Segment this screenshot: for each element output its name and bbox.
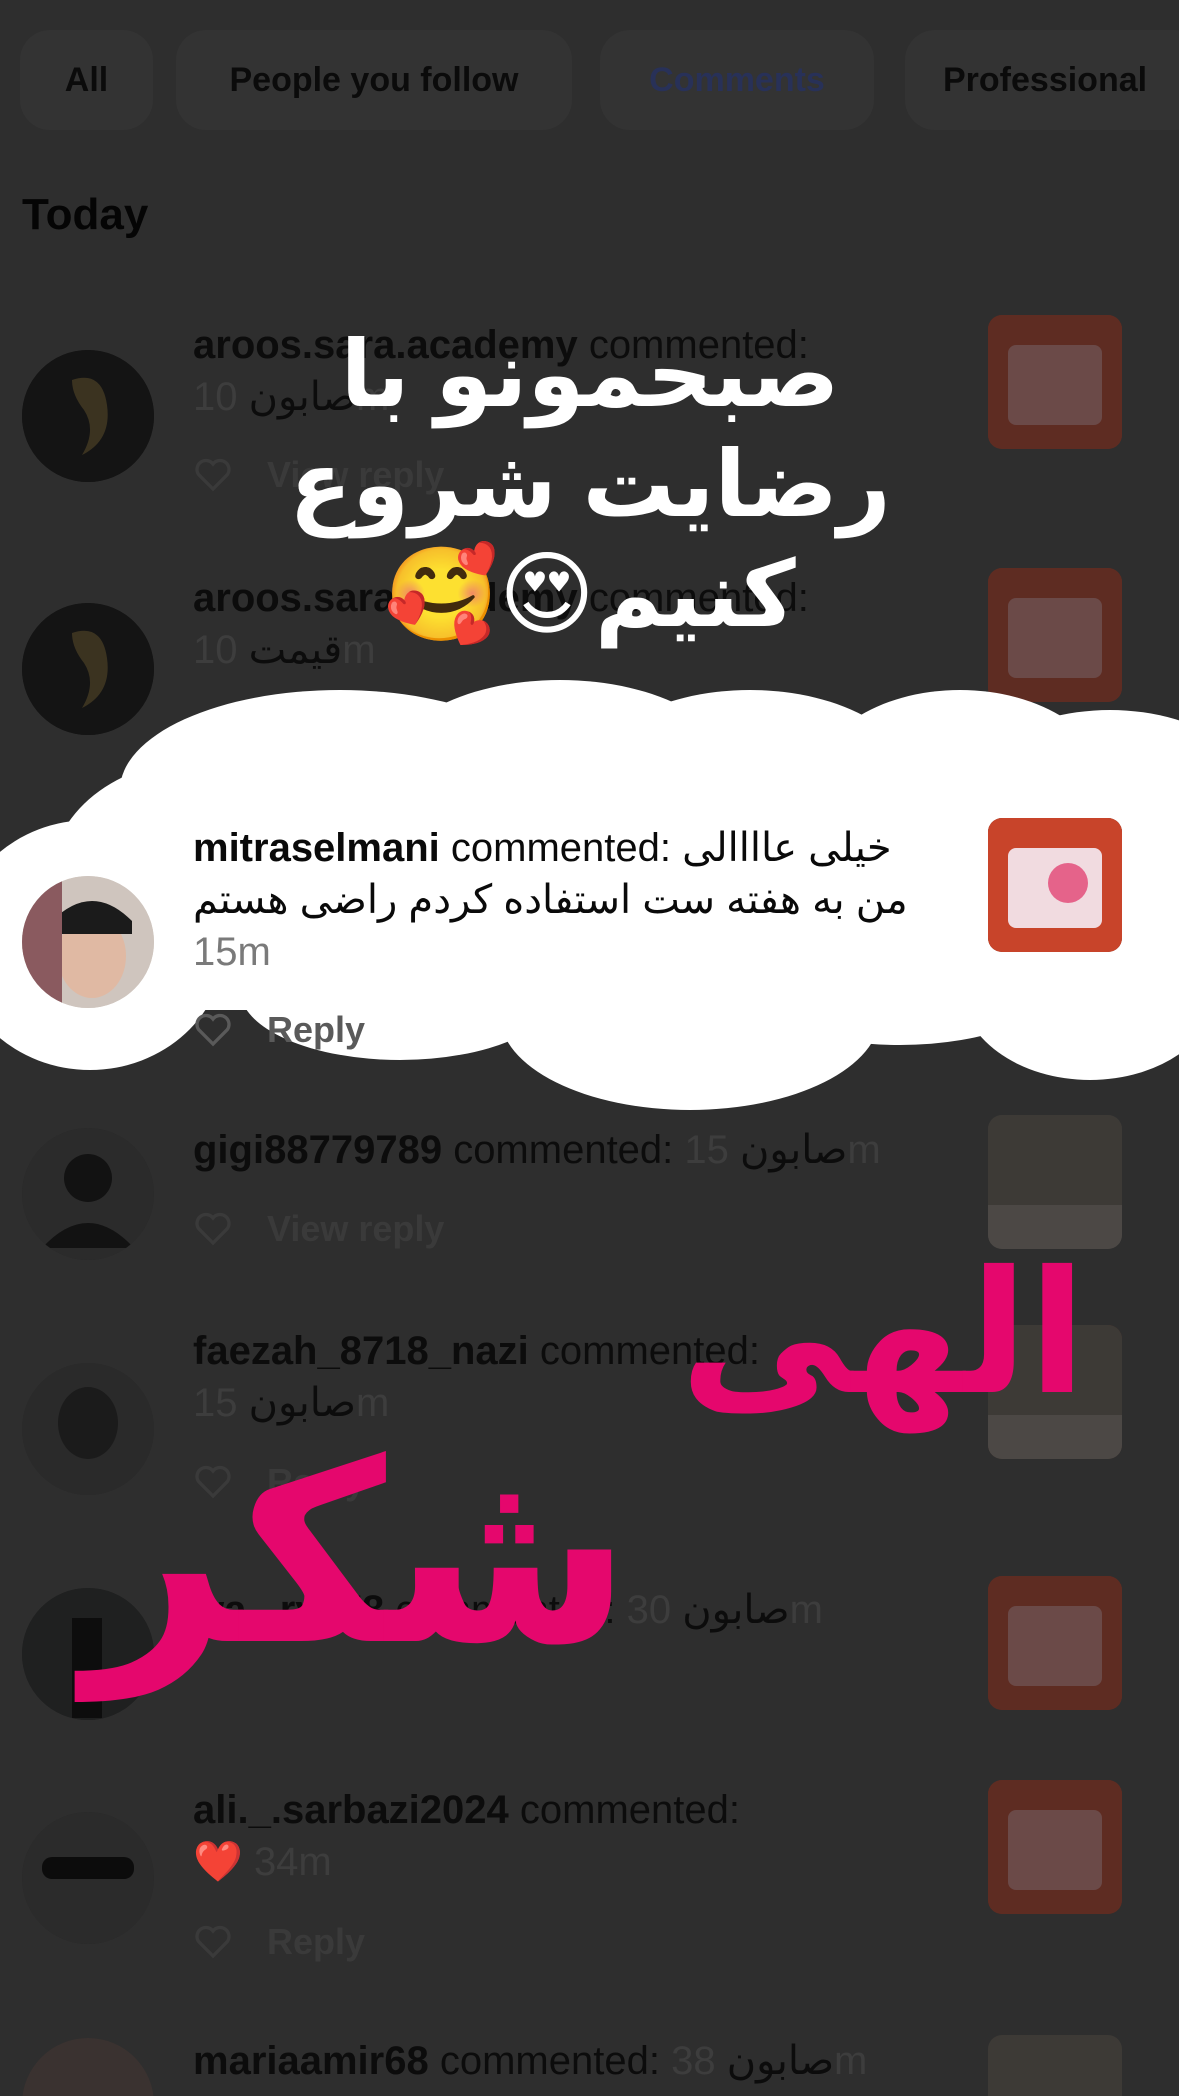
- notification-text: mitraselmani commented: خیلی عاااالی من …: [193, 822, 953, 978]
- action-text: commented:: [450, 826, 672, 870]
- post-thumbnail[interactable]: [988, 818, 1122, 952]
- avatar-placeholder[interactable]: [22, 1128, 154, 1260]
- avatar[interactable]: [22, 2038, 154, 2096]
- timestamp: 15m: [193, 930, 271, 974]
- post-thumbnail[interactable]: [988, 1576, 1122, 1710]
- heart-icon[interactable]: [193, 1208, 233, 1248]
- tab-comments[interactable]: Comments: [600, 30, 874, 130]
- timestamp: 34m: [253, 1840, 332, 1884]
- sticker-text-top: صبحمونو با رضایت شروع کنیم😍🥰: [289, 324, 891, 646]
- action-text: commented:: [519, 1788, 741, 1832]
- section-title-today: Today: [22, 190, 149, 239]
- username: ali._.sarbazi2024: [193, 1788, 509, 1832]
- avatar[interactable]: [22, 603, 154, 735]
- username: mitraselmani: [193, 826, 440, 870]
- username: faezah_8718_nazi: [193, 1329, 529, 1373]
- notification-text: gigi88779789 commented: صابون 15m: [193, 1124, 973, 1176]
- post-thumbnail[interactable]: [988, 568, 1122, 702]
- heart-icon[interactable]: [193, 707, 233, 747]
- heart-icon[interactable]: [193, 1921, 233, 1961]
- heart-icon[interactable]: [193, 1009, 233, 1049]
- filter-tabs: All People you follow Comments Professio…: [0, 30, 1179, 130]
- notification-text: ali._.sarbazi2024 commented: ❤️ 34m: [193, 1784, 953, 1888]
- notification-text: mariaamir68 commented: صابون 38m: [193, 2035, 973, 2087]
- post-thumbnail[interactable]: [988, 1780, 1122, 1914]
- action-text: commented:: [453, 1128, 674, 1172]
- sticker-text-pink-2: شکر: [85, 1415, 632, 1694]
- comment-text: صابون: [682, 1588, 790, 1632]
- avatar[interactable]: [22, 350, 154, 482]
- post-thumbnail[interactable]: [988, 1115, 1122, 1249]
- avatar[interactable]: [22, 1812, 154, 1944]
- avatar[interactable]: [22, 876, 154, 1008]
- post-thumbnail[interactable]: [988, 315, 1122, 449]
- tab-professional[interactable]: Professional: [905, 30, 1179, 130]
- reply-link[interactable]: Reply: [267, 1917, 365, 1967]
- comment-text: صابون: [726, 2039, 835, 2083]
- comment-text: صابون: [740, 1128, 848, 1172]
- view-reply-link[interactable]: View reply: [267, 1204, 444, 1254]
- action-text: commented:: [439, 2039, 660, 2083]
- sticker-text-pink-1: الهی: [680, 1239, 1087, 1429]
- reply-link[interactable]: Reply: [267, 703, 365, 753]
- reply-link[interactable]: Reply: [267, 1005, 365, 1055]
- comment-text: ❤️: [193, 1840, 243, 1884]
- tab-people-you-follow[interactable]: People you follow: [176, 30, 572, 130]
- post-thumbnail[interactable]: [988, 2035, 1122, 2096]
- username: mariaamir68: [193, 2039, 429, 2083]
- username: gigi88779789: [193, 1128, 443, 1172]
- tab-all[interactable]: All: [20, 30, 153, 130]
